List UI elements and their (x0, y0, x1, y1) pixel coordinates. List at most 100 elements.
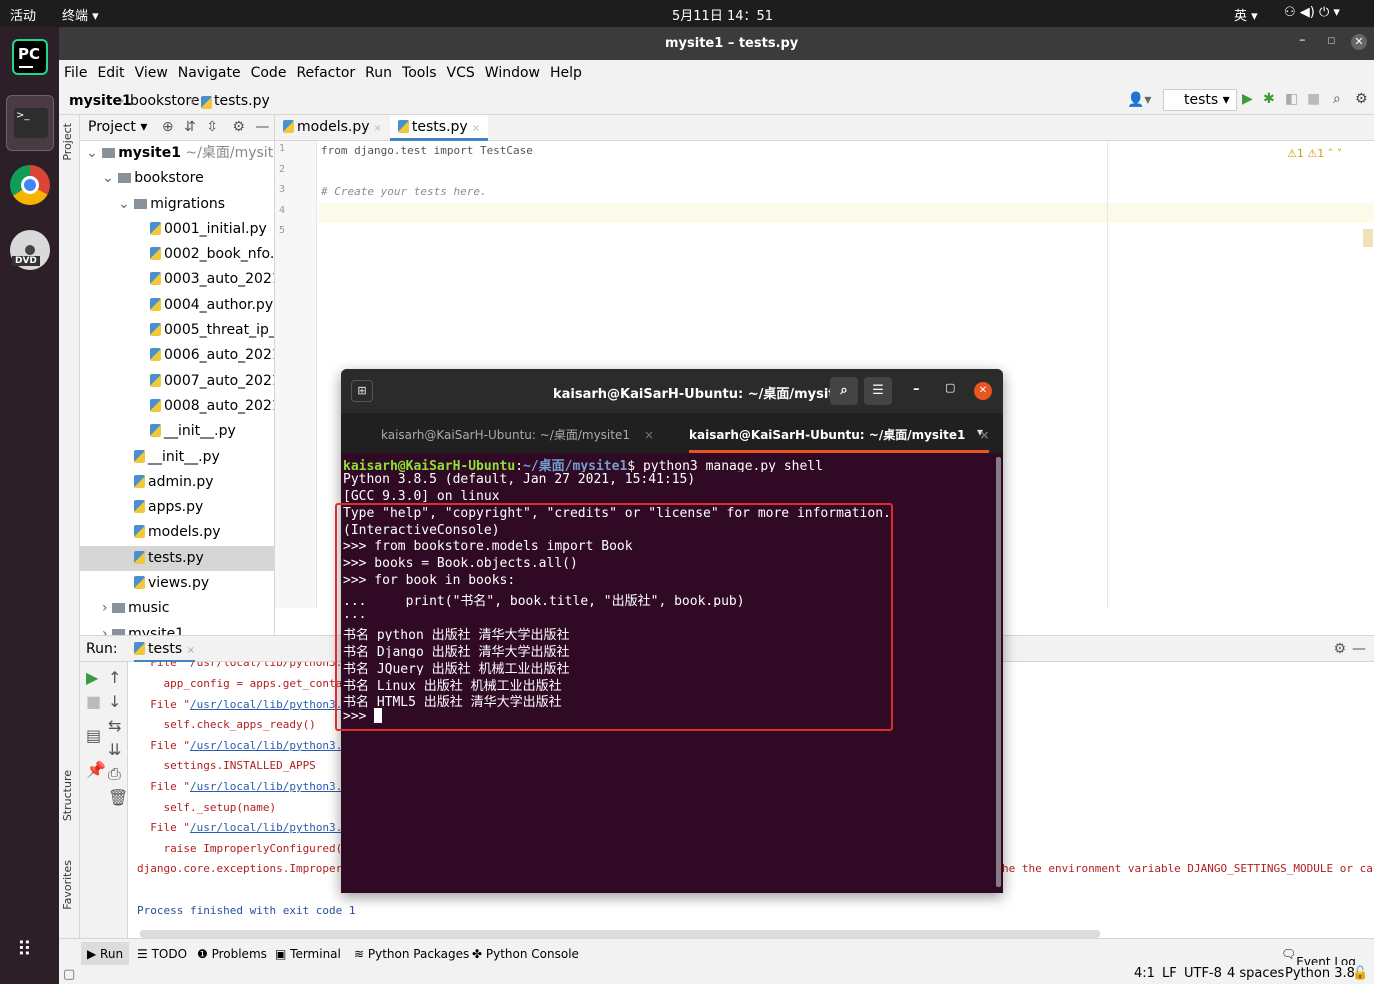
activities-button[interactable]: 活动 (10, 5, 36, 24)
tree-file[interactable]: __init__.py (80, 419, 274, 444)
structure-tool-tab[interactable]: Structure (61, 770, 74, 821)
show-applications-icon[interactable]: ⠿ (17, 937, 32, 961)
tree-file[interactable]: views.py (80, 571, 274, 596)
system-menu[interactable]: ⚇ ◀) ⏻ ▾ (1284, 5, 1340, 20)
event-log-button[interactable]: 🗨 Event Log (1281, 947, 1356, 969)
menu-tools[interactable]: Tools (397, 60, 442, 81)
close-button[interactable]: ✕ (1351, 34, 1367, 50)
scroll-down-icon[interactable]: ↓ (108, 692, 121, 711)
horizontal-scrollbar[interactable] (140, 930, 1100, 938)
tree-folder[interactable]: › mysite1 (80, 622, 274, 635)
print-icon[interactable]: ⎙ (108, 764, 121, 784)
file-link[interactable]: /usr/local/lib/python3. (190, 739, 342, 752)
hide-icon[interactable]: — (255, 119, 269, 135)
tree-file[interactable]: admin.py (80, 470, 274, 495)
terminal-scrollbar[interactable] (996, 457, 1001, 887)
bottom-tab[interactable]: ❶ Problems (197, 947, 267, 961)
favorites-tool-tab[interactable]: Favorites (61, 860, 74, 910)
menu-help[interactable]: Help (545, 60, 587, 81)
menu-view[interactable]: View (130, 60, 173, 81)
tree-file[interactable]: 0005_threat_ip_db.p (80, 318, 274, 343)
minimize-button[interactable]: – (1299, 33, 1306, 48)
python-interpreter[interactable]: Python 3.8 (1285, 966, 1355, 981)
gear-icon[interactable]: ⚙ (232, 119, 245, 135)
inspection-widget[interactable]: ⚠1 ⚠1 ˄ ˅ (1287, 147, 1342, 160)
scroll-up-icon[interactable]: ↑ (108, 668, 121, 687)
menu-vcs[interactable]: VCS (442, 60, 480, 81)
lock-icon[interactable]: 🔓 (1352, 966, 1368, 981)
code-editor[interactable]: from django.test import TestCase # Create… (321, 141, 1374, 244)
trash-icon[interactable]: 🗑 (108, 788, 128, 807)
bottom-tab[interactable]: ▣ Terminal (275, 947, 341, 961)
menu-file[interactable]: File (59, 60, 92, 81)
close-icon[interactable]: ✕ (974, 382, 992, 400)
collapse-all-icon[interactable]: ⇳ (206, 119, 218, 135)
maximize-button[interactable]: ▫ (1327, 33, 1336, 48)
new-tab-icon[interactable]: ⊞ (351, 380, 373, 402)
indent-setting[interactable]: 4 spaces (1227, 966, 1284, 981)
pin-icon[interactable]: 📌 (86, 760, 106, 779)
status-toggle-icon[interactable]: ▢ (63, 967, 75, 982)
stop-icon[interactable]: ■ (1307, 91, 1320, 107)
tree-file[interactable]: 0001_initial.py (80, 217, 274, 242)
line-separator[interactable]: LF (1162, 966, 1177, 981)
search-icon[interactable]: ⌕ (1333, 91, 1341, 107)
tree-file[interactable]: 0007_auto_20210511 (80, 369, 274, 394)
terminal-app-menu[interactable]: 终端 ▾ (62, 5, 99, 24)
terminal-dock-icon[interactable]: >_ (6, 95, 54, 151)
menu-navigate[interactable]: Navigate (173, 60, 246, 81)
soft-wrap-icon[interactable]: ⇆ (108, 716, 121, 735)
caret-position[interactable]: 4:1 (1134, 966, 1155, 981)
run-hide-icon[interactable]: — (1352, 641, 1366, 657)
editor-tab[interactable]: tests.py × (389, 115, 489, 141)
scroll-to-end-icon[interactable]: ⇊ (108, 740, 121, 759)
minimize-icon[interactable]: – (913, 382, 920, 397)
run-icon[interactable]: ▶ (1242, 91, 1253, 107)
locate-icon[interactable]: ⊕ (162, 119, 174, 135)
editor-tab[interactable]: models.py × (275, 115, 390, 141)
project-view-select[interactable]: Project ▾ (88, 119, 147, 135)
settings-gear-icon[interactable]: ⚙ (1355, 91, 1368, 107)
file-link[interactable]: /usr/local/lib/python3. (190, 821, 342, 834)
tree-file[interactable]: 0008_auto_20210511 (80, 394, 274, 419)
stop-run-icon[interactable]: ■ (86, 692, 101, 711)
file-link[interactable]: /usr/local/lib/python3. (190, 780, 342, 793)
expand-arrow-icon[interactable]: › (102, 626, 112, 635)
tree-file[interactable]: models.py (80, 520, 274, 545)
project-tool-tab[interactable]: Project (61, 123, 74, 161)
tree-folder[interactable]: ⌄ migrations (80, 192, 274, 217)
expand-arrow-icon[interactable]: › (102, 600, 112, 616)
breadcrumb-file[interactable]: tests.py (214, 93, 270, 109)
expand-arrow-icon[interactable]: ⌄ (102, 170, 118, 186)
maximize-icon[interactable]: ▢ (945, 381, 955, 394)
close-tab-icon[interactable]: × (472, 123, 480, 134)
rerun-icon[interactable]: ▶ (86, 668, 98, 687)
tree-file[interactable]: 0002_book_nfo.py (80, 242, 274, 267)
debug-icon[interactable]: ✱ (1263, 91, 1275, 107)
tree-root[interactable]: ⌄ mysite1 ~/桌面/mysite1 (80, 141, 274, 166)
bottom-tab[interactable]: ☰ TODO (137, 947, 187, 961)
tree-file[interactable]: 0004_author.py (80, 293, 274, 318)
tree-file[interactable]: 0006_auto_20210511 (80, 343, 274, 368)
tree-folder[interactable]: › music (80, 596, 274, 621)
close-tab-icon[interactable]: × (374, 123, 382, 134)
user-icon[interactable]: 👤▾ (1127, 92, 1151, 108)
bottom-tab[interactable]: ✤ Python Console (472, 947, 579, 961)
clock[interactable]: 5月11日 14：51 (672, 5, 773, 24)
pycharm-icon[interactable]: PC (12, 39, 48, 75)
coverage-icon[interactable]: ◧ (1285, 91, 1298, 107)
expand-arrow-icon[interactable]: ⌄ (118, 196, 134, 212)
tree-file[interactable]: 0003_auto_20210511 (80, 267, 274, 292)
close-tab-icon[interactable]: × (187, 645, 195, 656)
chrome-icon[interactable] (10, 165, 50, 205)
menu-code[interactable]: Code (246, 60, 292, 81)
run-tab-tests[interactable]: tests × (134, 641, 196, 662)
menu-edit[interactable]: Edit (92, 60, 129, 81)
input-method-indicator[interactable]: 英 ▾ (1234, 5, 1258, 24)
menu-refactor[interactable]: Refactor (291, 60, 360, 81)
layout-icon[interactable]: ▤ (86, 726, 101, 745)
dvd-icon[interactable]: DVD (10, 230, 50, 270)
expand-all-icon[interactable]: ⇵ (184, 119, 196, 135)
menu-run[interactable]: Run (360, 60, 397, 81)
bottom-tab[interactable]: ▶ Run (81, 942, 130, 966)
